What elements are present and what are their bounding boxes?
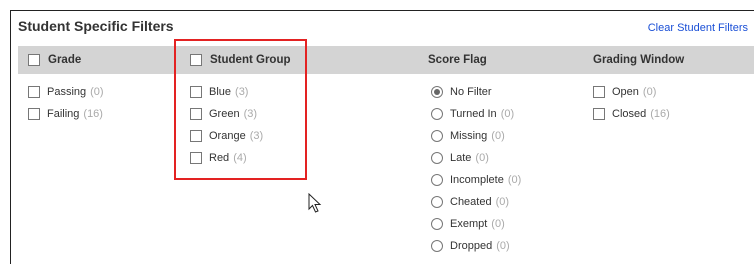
option-label: Green [209, 108, 240, 120]
option-label: No Filter [450, 86, 492, 98]
grading-window-header: Grading Window [593, 46, 684, 74]
student-group-option-blue[interactable]: Blue (3) [190, 84, 248, 100]
option-label: Failing [47, 108, 80, 120]
radio-icon[interactable] [431, 240, 443, 252]
option-count: (16) [650, 108, 670, 120]
score-flag-option-turned-in[interactable]: Turned In (0) [431, 106, 514, 122]
student-group-header-label: Student Group [210, 54, 291, 66]
option-count: (4) [233, 152, 247, 164]
option-count: (3) [235, 86, 249, 98]
option-label: Cheated [450, 196, 492, 208]
option-label: Blue [209, 86, 232, 98]
option-count: (0) [491, 130, 505, 142]
grade-option-passing[interactable]: Passing (0) [28, 84, 104, 100]
grade-header: Grade [28, 46, 81, 74]
checkbox-icon[interactable] [593, 108, 605, 120]
score-flag-header: Score Flag [428, 46, 487, 74]
panel-title: Student Specific Filters [18, 18, 174, 34]
option-count: (0) [495, 196, 510, 208]
option-count: (0) [90, 86, 104, 98]
clear-student-filters-link[interactable]: Clear Student Filters [648, 22, 748, 34]
radio-selected-icon[interactable] [431, 86, 443, 98]
option-count: (0) [507, 174, 522, 186]
option-label: Passing [47, 86, 87, 98]
radio-icon[interactable] [431, 130, 443, 142]
option-count: (0) [496, 240, 510, 252]
checkbox-icon[interactable] [28, 86, 40, 98]
grading-window-header-label: Grading Window [593, 54, 685, 66]
radio-icon[interactable] [431, 108, 443, 120]
option-label: Missing [450, 130, 488, 142]
mouse-pointer-icon [308, 192, 322, 218]
option-count: (3) [249, 130, 264, 142]
checkbox-icon[interactable] [190, 130, 202, 142]
option-label: Exempt [450, 218, 488, 230]
grade-option-failing[interactable]: Failing (16) [28, 106, 103, 122]
option-label: Red [209, 152, 230, 164]
option-count: (0) [475, 152, 489, 164]
filters-header-bar: Grade Student Group Score Flag Grading W… [18, 46, 754, 74]
option-label: Late [450, 152, 472, 164]
option-label: Incomplete [450, 174, 504, 186]
grade-select-all-checkbox[interactable] [28, 54, 40, 66]
grade-header-label: Grade [48, 54, 82, 66]
option-count: (3) [243, 108, 258, 120]
score-flag-option-dropped[interactable]: Dropped (0) [431, 238, 510, 254]
radio-icon[interactable] [431, 174, 443, 186]
radio-icon[interactable] [431, 152, 443, 164]
student-group-option-green[interactable]: Green (3) [190, 106, 257, 122]
option-label: Dropped [450, 240, 493, 252]
score-flag-header-label: Score Flag [428, 54, 487, 66]
checkbox-icon[interactable] [593, 86, 605, 98]
radio-icon[interactable] [431, 218, 443, 230]
option-count: (0) [491, 218, 505, 230]
option-count: (16) [83, 108, 103, 120]
score-flag-option-exempt[interactable]: Exempt (0) [431, 216, 505, 232]
grading-window-option-closed[interactable]: Closed (16) [593, 106, 670, 122]
grading-window-option-open[interactable]: Open (0) [593, 84, 656, 100]
option-label: Open [612, 86, 639, 98]
student-group-header: Student Group [190, 46, 291, 74]
checkbox-icon[interactable] [28, 108, 40, 120]
option-label: Closed [612, 108, 647, 120]
radio-icon[interactable] [431, 196, 443, 208]
student-group-option-orange[interactable]: Orange (3) [190, 128, 263, 144]
option-label: Orange [209, 130, 246, 142]
option-count: (0) [642, 86, 657, 98]
score-flag-option-incomplete[interactable]: Incomplete (0) [431, 172, 521, 188]
score-flag-option-cheated[interactable]: Cheated (0) [431, 194, 509, 210]
checkbox-icon[interactable] [190, 152, 202, 164]
checkbox-icon[interactable] [190, 86, 202, 98]
option-count: (0) [500, 108, 515, 120]
checkbox-icon[interactable] [190, 108, 202, 120]
option-label: Turned In [450, 108, 497, 120]
score-flag-option-missing[interactable]: Missing (0) [431, 128, 505, 144]
student-group-option-red[interactable]: Red (4) [190, 150, 247, 166]
score-flag-option-no-filter[interactable]: No Filter [431, 84, 492, 100]
student-group-select-all-checkbox[interactable] [190, 54, 202, 66]
score-flag-option-late[interactable]: Late (0) [431, 150, 489, 166]
